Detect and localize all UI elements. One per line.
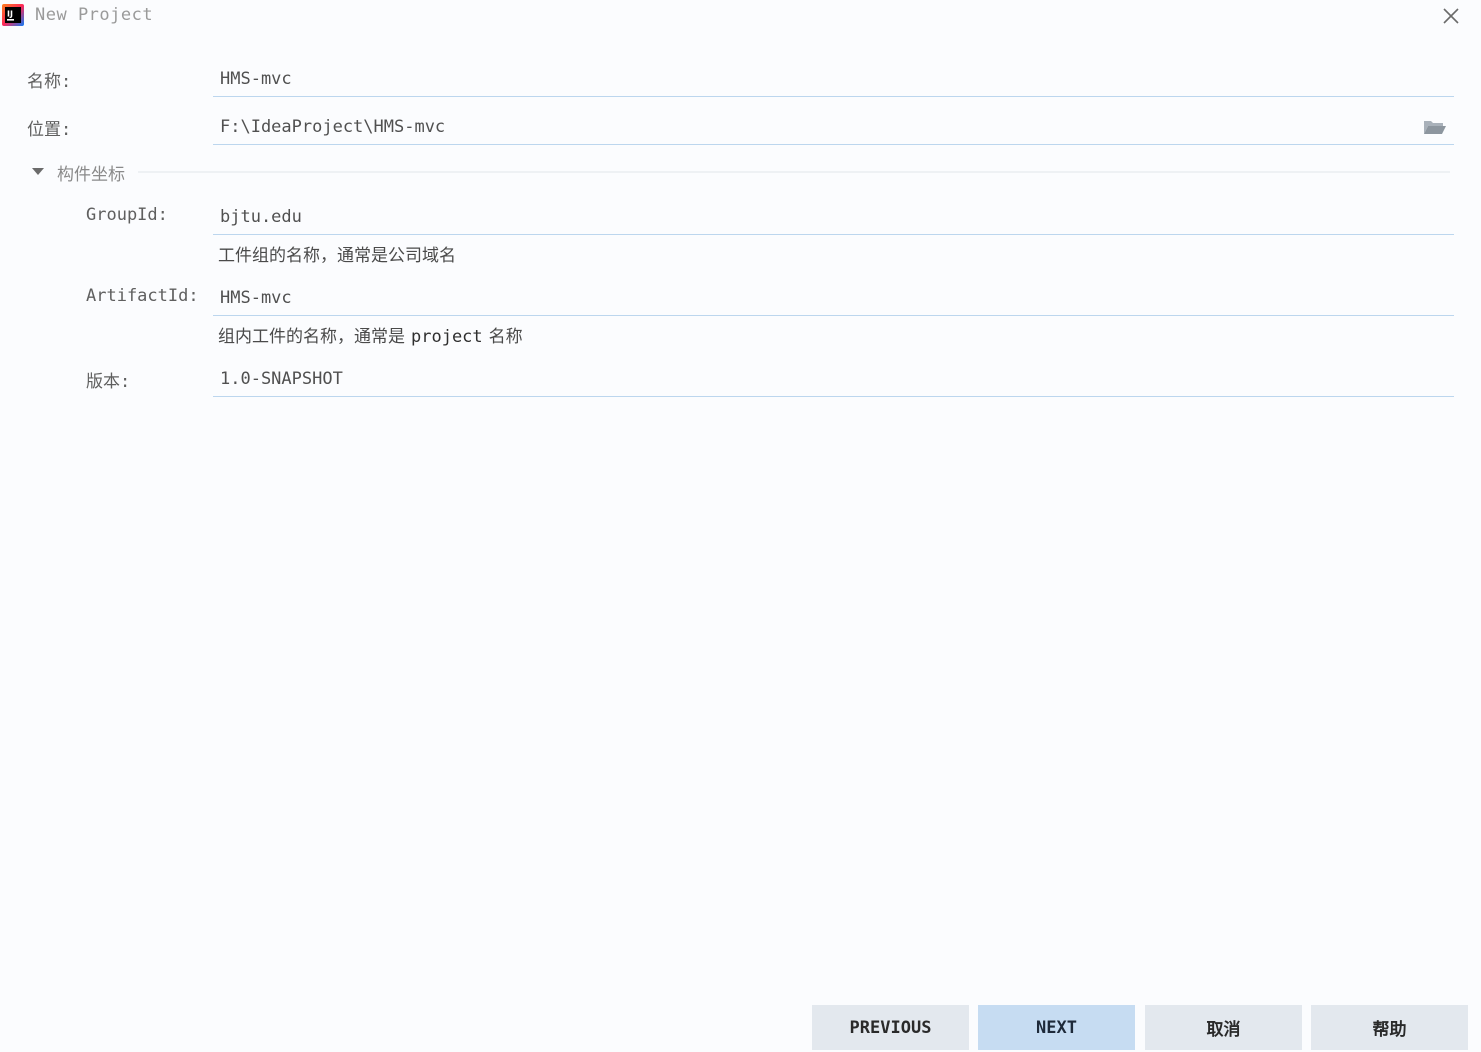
folder-open-icon[interactable]	[1422, 117, 1448, 137]
group-id-label: GroupId:	[86, 205, 168, 225]
triangle-down-icon[interactable]	[30, 166, 46, 178]
name-label: 名称:	[27, 72, 72, 92]
group-id-field	[213, 201, 1454, 235]
group-id-hint: 工件组的名称，通常是公司域名	[218, 246, 456, 266]
intellij-idea-logo-icon: IJ	[2, 4, 24, 26]
location-label: 位置:	[27, 120, 72, 140]
cancel-button[interactable]: 取消	[1145, 1005, 1302, 1050]
section-divider	[138, 171, 1450, 173]
artifact-id-field	[213, 282, 1454, 316]
previous-button[interactable]: PREVIOUS	[812, 1005, 969, 1050]
artifact-id-hint-code: project	[411, 327, 483, 347]
artifact-id-input[interactable]	[220, 282, 1400, 314]
location-input[interactable]	[220, 111, 1400, 143]
version-label: 版本:	[86, 372, 131, 392]
version-input[interactable]	[220, 363, 1400, 395]
next-button[interactable]: NEXT	[978, 1005, 1135, 1050]
name-field	[213, 63, 1454, 97]
name-input[interactable]	[220, 63, 1400, 95]
section-title[interactable]: 构件坐标	[57, 160, 125, 185]
window-title: New Project	[35, 5, 154, 25]
help-button[interactable]: 帮助	[1311, 1005, 1468, 1050]
location-field	[213, 111, 1454, 145]
artifact-id-hint: 组内工件的名称，通常是 project 名称	[218, 322, 523, 347]
artifact-id-hint-prefix: 组内工件的名称，通常是	[218, 327, 405, 347]
svg-text:IJ: IJ	[7, 10, 13, 19]
group-id-input[interactable]	[220, 201, 1400, 233]
artifact-coordinates-section: 构件坐标	[30, 158, 1452, 186]
version-field	[213, 363, 1454, 397]
artifact-id-label: ArtifactId:	[86, 286, 199, 306]
title-bar: IJ New Project	[0, 0, 1481, 34]
close-icon[interactable]	[1438, 4, 1464, 28]
artifact-id-hint-suffix: 名称	[488, 327, 523, 347]
